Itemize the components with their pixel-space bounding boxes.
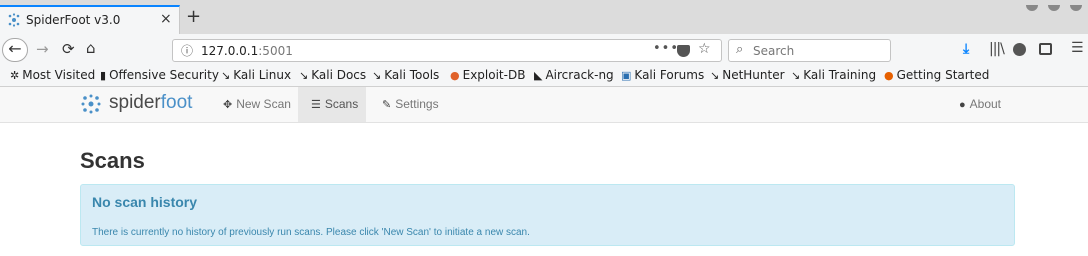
bookmark-getting-started[interactable]: ● Getting Started <box>884 68 989 82</box>
nav-scans[interactable]: ☰ Scans <box>298 87 366 122</box>
hamburger-menu-icon[interactable]: ☰ <box>1071 40 1084 56</box>
bookmark-aircrack-ng[interactable]: ◣ Aircrack-ng <box>534 68 614 82</box>
app-navbar: spiderfoot ✥ New Scan ☰ Scans ✎ Settings ● A… <box>0 87 1088 123</box>
spiderfoot-favicon-icon <box>8 13 20 27</box>
bookmark-nethunter[interactable]: ↘ NetHunter <box>710 68 785 82</box>
back-icon[interactable]: ← <box>2 38 28 62</box>
url-bar[interactable]: ⓘ 127.0.0.1:5001 ••• ☆ <box>172 39 722 62</box>
bookmark-kali-forums[interactable]: ▣ Kali Forums <box>621 68 704 82</box>
nav-settings[interactable]: ✎ Settings <box>374 87 444 122</box>
bookmark-star-icon[interactable]: ☆ <box>698 41 711 57</box>
forward-icon[interactable]: → <box>36 40 49 58</box>
aircrack-icon: ◣ <box>534 69 543 82</box>
tab-strip: SpiderFoot v3.0 × + <box>0 0 1088 34</box>
account-avatar-icon[interactable] <box>1013 43 1026 56</box>
page-actions-icon[interactable]: ••• <box>653 41 679 56</box>
kali-icon: ↘ <box>372 69 382 82</box>
navigation-bar: ← → ⟳ ⌂ ⓘ 127.0.0.1:5001 ••• ☆ ⌕ Search … <box>0 34 1088 66</box>
bookmarks-bar: ✲ Most Visited ▮ Offensive Security ↘ Kali … <box>0 66 1088 87</box>
kali-icon: ↘ <box>791 69 801 82</box>
wrench-icon: ✎ <box>382 99 392 111</box>
offsec-icon: ▮ <box>100 69 107 82</box>
new-scan-icon: ✥ <box>223 99 233 111</box>
bookmark-exploit-db[interactable]: ● Exploit-DB <box>450 68 525 82</box>
search-placeholder: Search <box>753 44 795 58</box>
nav-new-scan[interactable]: ✥ New Scan <box>216 87 296 122</box>
exploitdb-icon: ● <box>450 69 460 82</box>
app-brand[interactable]: spiderfoot <box>109 92 192 114</box>
search-icon: ⌕ <box>736 42 744 57</box>
spiderfoot-logo-icon[interactable] <box>81 94 101 114</box>
bookmark-offensive-security[interactable]: ▮ Offensive Security <box>100 68 219 82</box>
url-text[interactable]: 127.0.0.1:5001 <box>201 44 293 58</box>
bookmark-kali-docs[interactable]: ↘ Kali Docs <box>299 68 366 82</box>
search-input[interactable]: ⌕ Search <box>728 39 891 62</box>
kali-icon: ↘ <box>221 69 231 82</box>
alert-title: No scan history <box>92 194 198 210</box>
bookmark-kali-linux[interactable]: ↘ Kali Linux <box>221 68 291 82</box>
kali-icon: ↘ <box>710 69 720 82</box>
home-icon[interactable]: ⌂ <box>86 39 96 57</box>
kali-icon: ↘ <box>299 69 309 82</box>
new-tab-button[interactable]: + <box>186 8 201 26</box>
page-title: Scans <box>80 148 145 173</box>
list-icon: ☰ <box>311 99 321 111</box>
window-maximize-icon[interactable] <box>1048 5 1061 11</box>
bookmark-kali-training[interactable]: ↘ Kali Training <box>791 68 876 82</box>
browser-tab[interactable]: SpiderFoot v3.0 × <box>0 5 180 34</box>
pocket-icon[interactable] <box>677 45 690 57</box>
bookmark-most-visited[interactable]: ✲ Most Visited <box>10 68 95 82</box>
bookmark-kali-tools[interactable]: ↘ Kali Tools <box>372 68 439 82</box>
download-icon[interactable]: ⤓ <box>963 41 969 57</box>
no-history-alert: No scan history There is currently no hi… <box>80 184 1015 246</box>
nav-about[interactable]: ● About <box>951 87 1011 122</box>
tab-title: SpiderFoot v3.0 <box>26 13 121 27</box>
site-info-icon[interactable]: ⓘ <box>181 42 193 59</box>
sidebar-icon[interactable] <box>1039 43 1052 55</box>
alert-text: There is currently no history of previou… <box>92 227 530 238</box>
info-icon: ● <box>959 99 966 111</box>
window-minimize-icon[interactable] <box>1026 5 1039 11</box>
library-icon[interactable]: |||\ <box>989 41 1005 57</box>
window-close-icon[interactable] <box>1070 5 1082 11</box>
forums-icon: ▣ <box>621 69 632 82</box>
tab-close-icon[interactable]: × <box>160 11 172 27</box>
firefox-icon: ● <box>884 69 894 82</box>
window-controls <box>1020 0 1082 14</box>
reload-icon[interactable]: ⟳ <box>62 40 75 58</box>
gear-icon: ✲ <box>10 69 20 82</box>
